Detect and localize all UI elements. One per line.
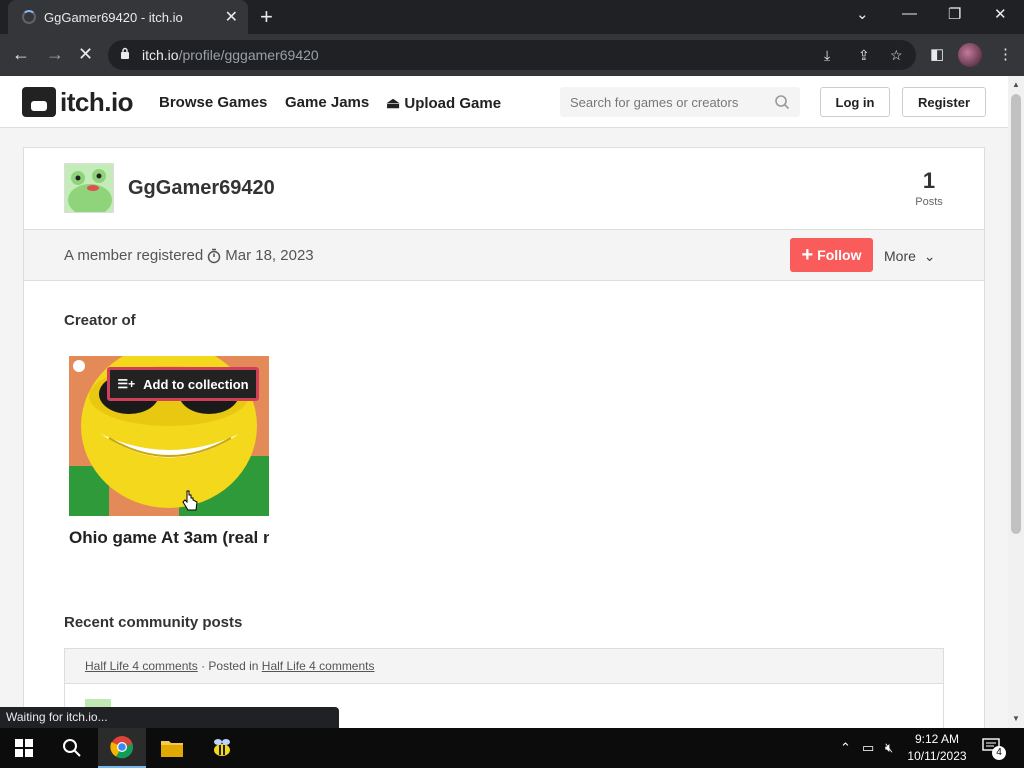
folder-icon xyxy=(161,741,183,757)
minimize-icon[interactable]: — xyxy=(902,5,917,22)
forward-icon[interactable]: → xyxy=(46,44,64,65)
notification-badge: 4 xyxy=(992,746,1006,760)
taskbar-chrome[interactable] xyxy=(98,728,146,768)
member-text: A member registered xyxy=(64,247,204,264)
address-bar[interactable]: itch.io/profile/gggamer69420 ⤓ ⇪ ☆ xyxy=(108,40,916,70)
post-topic-link[interactable]: Half Life 4 comments xyxy=(85,659,198,673)
clock-date: 10/11/2023 xyxy=(907,749,967,763)
scroll-down-icon[interactable]: ▼ xyxy=(1012,714,1020,723)
stopwatch-icon xyxy=(207,248,221,263)
tab-search-icon[interactable]: ⌄ xyxy=(856,5,869,23)
plus-icon: + xyxy=(801,243,814,266)
nav-browse-games[interactable]: Browse Games xyxy=(159,94,267,111)
posts-stat[interactable]: 1 Posts xyxy=(904,168,954,208)
browser-toolbar: ← → ✕ itch.io/profile/gggamer69420 ⤓ ⇪ ☆… xyxy=(0,34,1024,76)
profile-meta-bar: A member registered Mar 18, 2023 + Follo… xyxy=(24,229,984,281)
bee-app-icon xyxy=(214,739,230,756)
search-icon xyxy=(63,739,81,757)
game-title-link[interactable]: Ohio game At 3am (real n xyxy=(69,528,269,550)
hand-cursor-icon xyxy=(182,490,198,511)
close-tab-icon[interactable]: ✕ xyxy=(225,7,238,27)
upload-icon: ⏏ xyxy=(386,95,401,112)
upload-game-label: Upload Game xyxy=(404,95,502,112)
lock-icon xyxy=(121,47,129,59)
register-button[interactable]: Register xyxy=(902,87,986,117)
url-text: itch.io/profile/gggamer69420 xyxy=(142,47,319,63)
scroll-up-icon[interactable]: ▲ xyxy=(1012,80,1020,89)
nav-game-jams[interactable]: Game Jams xyxy=(285,94,369,111)
clock-time: 9:12 AM xyxy=(914,732,960,746)
add-to-collection-button[interactable]: ☰+ Add to collection xyxy=(107,367,259,401)
chevron-down-icon: ⌄ xyxy=(923,248,936,264)
start-button[interactable] xyxy=(0,728,48,768)
login-button[interactable]: Log in xyxy=(820,87,890,117)
menu-kebab-icon[interactable]: ⋮ xyxy=(998,45,1013,63)
itch-logo-icon xyxy=(22,87,56,117)
taskbar-search-button[interactable] xyxy=(48,728,96,768)
itch-logo[interactable]: itch.io xyxy=(22,86,134,117)
registration-info: A member registered Mar 18, 2023 xyxy=(64,247,314,264)
playlist-add-icon: ☰+ xyxy=(117,377,136,391)
frog-avatar-icon xyxy=(65,164,113,212)
close-window-icon[interactable]: ✕ xyxy=(994,5,1007,23)
logo-text: itch.io xyxy=(60,86,134,117)
taskbar-app[interactable] xyxy=(198,728,246,768)
search-bar xyxy=(560,87,800,117)
network-icon[interactable]: ▭ xyxy=(862,740,874,756)
registered-date: Mar 18, 2023 xyxy=(225,247,314,264)
taskbar-file-explorer[interactable] xyxy=(148,728,196,768)
creator-of-heading: Creator of xyxy=(64,312,136,329)
chrome-icon xyxy=(110,736,134,759)
recent-posts-heading: Recent community posts xyxy=(64,614,243,631)
search-icon[interactable] xyxy=(774,94,790,110)
post-header: Half Life 4 comments · Posted in Half Li… xyxy=(65,649,943,684)
notification-center[interactable]: 4 xyxy=(982,738,1006,760)
new-tab-icon[interactable]: + xyxy=(260,4,273,30)
posted-in-label: · Posted in xyxy=(201,659,259,673)
add-to-collection-label: Add to collection xyxy=(143,376,249,392)
show-hidden-icons[interactable]: ⌃ xyxy=(840,740,851,756)
loading-spinner-icon xyxy=(22,10,36,24)
profile-avatar-icon[interactable] xyxy=(958,43,982,67)
game-thumbnail[interactable]: ☰+ Add to collection xyxy=(69,356,269,516)
user-avatar[interactable] xyxy=(64,163,114,213)
bookmark-star-icon[interactable]: ☆ xyxy=(890,47,903,64)
back-icon[interactable]: ← xyxy=(12,44,30,65)
profile-header: GgGamer69420 1 Posts xyxy=(24,148,984,229)
windows-taskbar: ⌃ ▭ 🔇︎ 9:12 AM 10/11/2023 4 xyxy=(0,728,1024,768)
nav-upload-game[interactable]: ⏏ Upload Game xyxy=(386,94,501,112)
share-icon[interactable]: ⇪ xyxy=(858,47,870,64)
browser-tab[interactable]: GgGamer69420 - itch.io ✕ xyxy=(8,0,248,34)
posts-count: 1 xyxy=(922,168,936,193)
taskbar-clock[interactable]: 9:12 AM 10/11/2023 xyxy=(904,731,970,765)
search-input[interactable] xyxy=(560,87,760,117)
site-header: itch.io Browse Games Game Jams ⏏ Upload … xyxy=(0,76,1008,128)
more-dropdown[interactable]: More ⌄ xyxy=(884,248,936,265)
page-scrollbar[interactable]: ▲ ▼ xyxy=(1008,76,1024,728)
follow-button[interactable]: + Follow xyxy=(790,238,873,272)
profile-username: GgGamer69420 xyxy=(128,177,275,199)
profile-card: GgGamer69420 1 Posts A member registered… xyxy=(23,147,985,728)
restore-icon[interactable]: ❐ xyxy=(948,5,961,23)
scrollbar-thumb[interactable] xyxy=(1011,94,1021,534)
post-board-link[interactable]: Half Life 4 comments xyxy=(262,659,375,673)
windows-logo-icon xyxy=(15,739,33,757)
browser-tab-bar: GgGamer69420 - itch.io ✕ + ⌄ — ❐ ✕ xyxy=(0,0,1024,34)
page-viewport: itch.io Browse Games Game Jams ⏏ Upload … xyxy=(0,76,1008,728)
volume-muted-icon[interactable]: 🔇︎ xyxy=(885,740,893,756)
stop-loading-icon[interactable]: ✕ xyxy=(78,44,93,65)
side-panel-icon[interactable]: ◧ xyxy=(930,45,944,63)
posts-label: Posts xyxy=(915,196,943,208)
follow-label: Follow xyxy=(817,247,862,263)
install-icon[interactable]: ⤓ xyxy=(824,47,830,64)
tab-title: GgGamer69420 - itch.io xyxy=(44,10,183,25)
more-label: More xyxy=(884,248,916,264)
browser-status-bar: Waiting for itch.io... xyxy=(0,707,339,728)
